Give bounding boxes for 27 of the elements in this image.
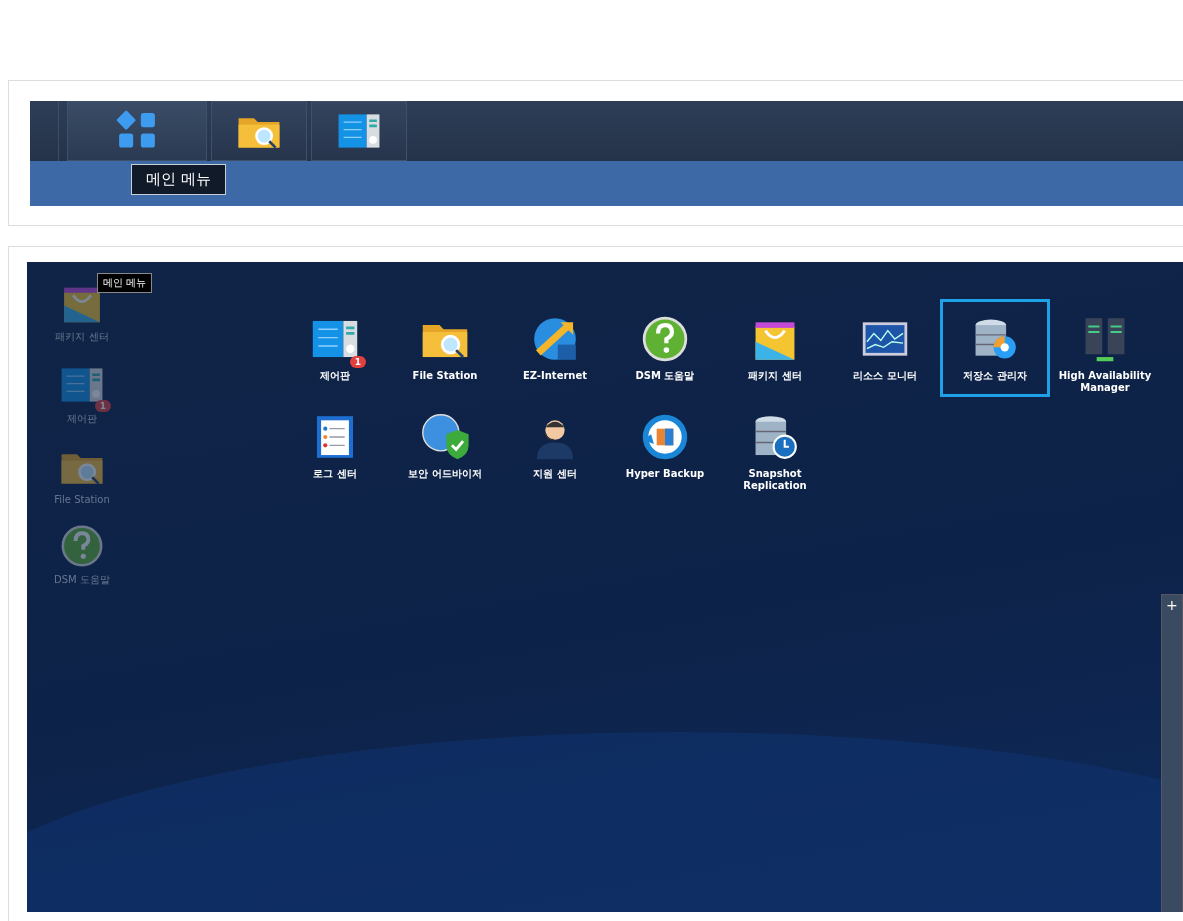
add-button[interactable]: +	[1166, 597, 1178, 613]
tooltip: 메인 메뉴	[131, 164, 226, 195]
desktop-shortcut[interactable]: 1 제어판	[47, 362, 117, 426]
app-tile[interactable]: 지원 센터	[500, 397, 610, 495]
circular-arrow-box-icon	[640, 412, 690, 462]
app-tile[interactable]: 로그 센터	[280, 397, 390, 495]
desktop-shortcut[interactable]: File Station	[47, 444, 117, 505]
app-tile[interactable]: 보안 어드바이저	[390, 397, 500, 495]
taskbar-button[interactable]	[211, 101, 307, 161]
tooltip: 메인 메뉴	[97, 273, 153, 293]
app-tile[interactable]: EZ-Internet	[500, 299, 610, 397]
desktop-shortcut[interactable]: DSM 도움말	[47, 523, 117, 587]
app-tile[interactable]: 1 제어판	[280, 299, 390, 397]
question-mark-icon	[640, 314, 690, 364]
app-tile[interactable]: High Availability Manager	[1050, 299, 1160, 397]
taskbar-button[interactable]	[311, 101, 407, 161]
app-tile[interactable]: DSM 도움말	[610, 299, 720, 397]
app-tile[interactable]: Hyper Backup	[610, 397, 720, 495]
question-mark-icon	[59, 523, 105, 569]
app-tile[interactable]: 패키지 센터	[720, 299, 830, 397]
app-tile[interactable]: 리소스 모니터	[830, 299, 940, 397]
app-tile[interactable]: Snapshot Replication	[720, 397, 830, 495]
app-tile[interactable]: File Station	[390, 299, 500, 397]
globe-shield-icon	[420, 412, 470, 462]
app-tile[interactable]: 저장소 관리자	[940, 299, 1050, 397]
notification-badge: 1	[94, 400, 111, 412]
notification-badge: 1	[349, 355, 366, 368]
